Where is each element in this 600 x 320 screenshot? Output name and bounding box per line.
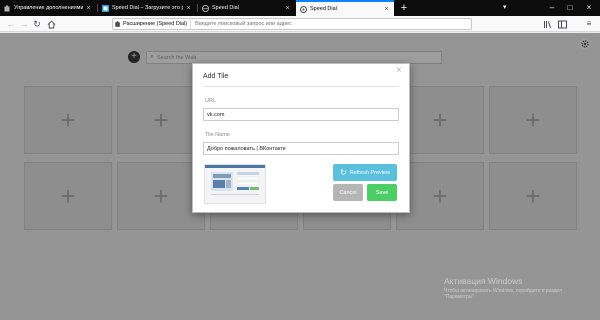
new-tab-button[interactable]: + — [398, 1, 410, 15]
speed-dial-icon — [300, 5, 307, 13]
library-icon[interactable] — [542, 19, 552, 29]
site-identity[interactable]: Расширение (Speed Dial) — [113, 19, 192, 29]
watermark-subtitle: Чтобы активировать Windows, перейдите в … — [444, 288, 563, 300]
tab-title: Speed Dial – Загрузите это ра — [112, 5, 183, 11]
refresh-icon: ↻ — [339, 167, 347, 177]
add-tile-dialog: Add Tile × URL Tile Name ↻ Refresh Previ… — [192, 63, 410, 213]
divider — [203, 86, 399, 87]
home-icon[interactable] — [46, 19, 56, 29]
tab-addons-manager[interactable]: Управление дополнениями × — [0, 0, 96, 16]
address-placeholder: Введите поисковый запрос или адрес — [195, 21, 292, 27]
forward-icon[interactable]: → — [19, 19, 29, 29]
save-button[interactable]: Save — [367, 184, 397, 201]
sidebar-icon[interactable] — [557, 19, 567, 29]
close-tab-icon[interactable]: × — [185, 5, 192, 12]
refresh-preview-label: Refresh Preview — [349, 169, 391, 176]
tab-title: Speed Dial — [212, 5, 239, 11]
tab-list-icon[interactable]: ▾ — [503, 3, 507, 11]
refresh-preview-button[interactable]: ↻ Refresh Preview — [333, 164, 397, 181]
identity-label: Расширение (Speed Dial) — [123, 21, 188, 27]
speed-dial-icon — [102, 4, 109, 12]
tab-speed-dial-active[interactable]: Speed Dial × — [296, 0, 394, 16]
url-label: URL — [205, 98, 217, 104]
dialog-title: Add Tile — [203, 73, 229, 80]
watermark-title: Активация Windows — [444, 276, 523, 286]
tab-speed-dial[interactable]: Speed Dial × — [198, 0, 295, 16]
address-bar[interactable]: Расширение (Speed Dial) Введите поисковы… — [112, 18, 472, 30]
windows-activation-watermark: Активация Windows Чтобы активировать Win… — [444, 276, 594, 300]
minimize-icon[interactable]: – — [543, 0, 561, 16]
close-icon[interactable]: × — [396, 66, 402, 76]
close-tab-icon[interactable]: × — [284, 5, 291, 12]
navigation-toolbar: ← → ↻ Расширение (Speed Dial) Введите по… — [0, 16, 600, 32]
close-window-icon[interactable]: × — [580, 0, 598, 16]
close-tab-icon[interactable]: × — [383, 6, 390, 13]
reload-icon[interactable]: ↻ — [32, 19, 42, 29]
hamburger-menu-icon[interactable]: ≡ — [584, 19, 594, 29]
tab-title: Speed Dial — [310, 6, 337, 12]
extension-puzzle-icon — [115, 21, 120, 27]
tile-name-label: Tile Name — [205, 132, 230, 138]
globe-icon — [202, 4, 209, 12]
maximize-icon[interactable]: □ — [561, 0, 579, 16]
close-tab-icon[interactable]: × — [85, 5, 92, 12]
tab-title: Управление дополнениями — [14, 5, 83, 11]
cancel-button[interactable]: Cancel — [333, 184, 363, 201]
tile-preview-thumbnail — [204, 164, 266, 204]
tab-speed-dial-download[interactable]: Speed Dial – Загрузите это ра × — [98, 0, 196, 16]
tile-name-field[interactable] — [203, 142, 399, 155]
back-icon[interactable]: ← — [6, 19, 16, 29]
url-field[interactable] — [203, 108, 399, 121]
tab-strip: Управление дополнениями × Speed Dial – З… — [0, 0, 600, 16]
addons-puzzle-icon — [4, 4, 11, 12]
